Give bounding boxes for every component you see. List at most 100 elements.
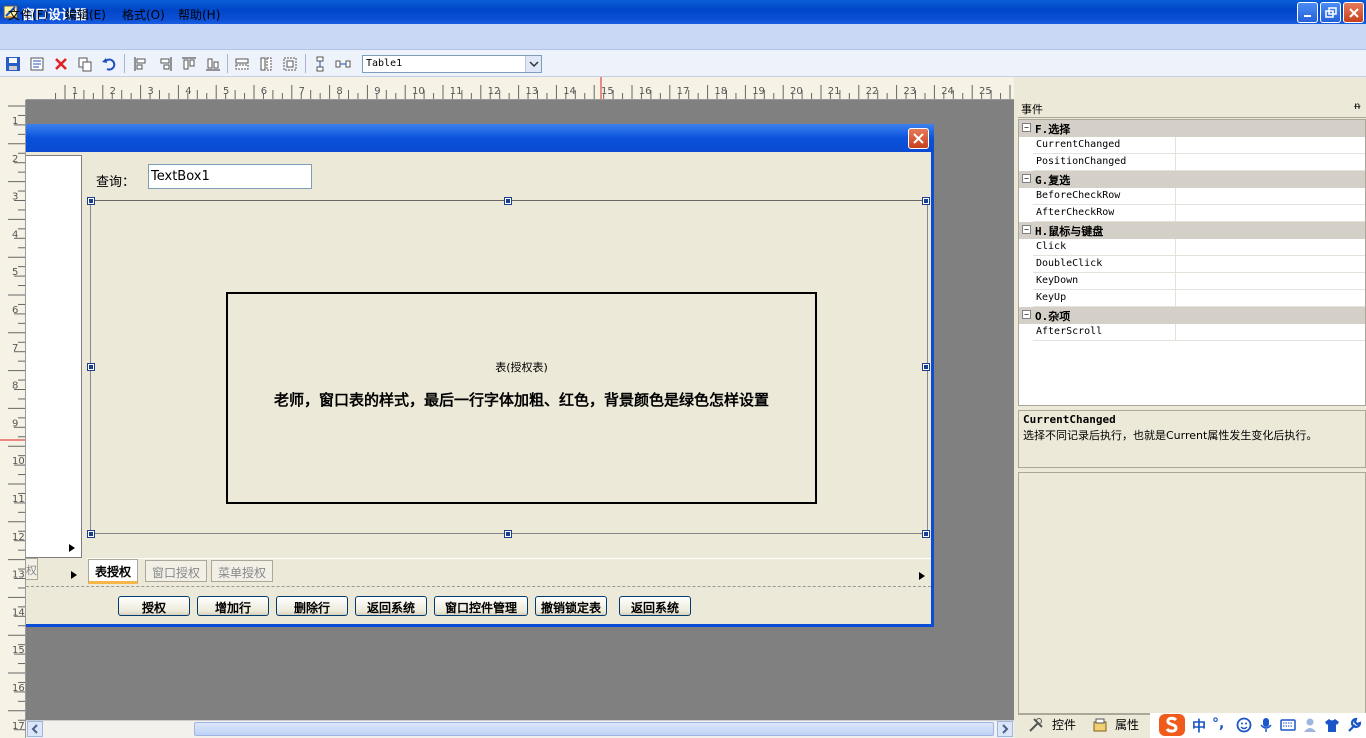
vertical-spacing-icon[interactable] xyxy=(312,56,328,72)
scroll-left-button[interactable] xyxy=(27,721,43,737)
resize-handle[interactable] xyxy=(504,530,512,538)
tab-menu-auth[interactable]: 菜单授权 xyxy=(211,560,274,582)
ime-punct[interactable]: °, xyxy=(1212,716,1224,732)
event-row[interactable]: BeforeCheckRow xyxy=(1033,188,1365,205)
ime-mode[interactable]: 中 xyxy=(1192,716,1206,736)
grant-button[interactable]: 授权 xyxy=(118,596,190,616)
save-icon[interactable] xyxy=(5,56,21,72)
wrench-icon[interactable] xyxy=(1346,717,1362,733)
collapse-icon[interactable]: − xyxy=(1022,123,1031,132)
align-right-icon[interactable] xyxy=(157,56,173,72)
user-icon[interactable] xyxy=(1302,717,1318,733)
scroll-right-button[interactable] xyxy=(997,721,1013,737)
add-row-button[interactable]: 增加行 xyxy=(197,596,269,616)
event-name: DoubleClick xyxy=(1036,258,1103,269)
event-value-field[interactable] xyxy=(1175,205,1365,221)
resize-handle[interactable] xyxy=(504,197,512,205)
collapse-icon[interactable]: − xyxy=(1022,225,1031,234)
return-system-button-2[interactable]: 返回系统 xyxy=(619,596,691,616)
align-top-icon[interactable] xyxy=(181,56,197,72)
designed-window-close-button[interactable] xyxy=(908,128,929,149)
event-value-field[interactable] xyxy=(1175,188,1365,204)
designed-window-titlebar[interactable] xyxy=(26,124,934,152)
collapse-icon[interactable]: − xyxy=(1022,174,1031,183)
event-row[interactable]: AfterScroll xyxy=(1033,324,1365,341)
sogou-logo-icon[interactable] xyxy=(1158,713,1186,737)
chevron-down-icon[interactable] xyxy=(525,56,541,72)
menu-format[interactable]: 格式(O) xyxy=(122,6,165,23)
copy-icon[interactable] xyxy=(77,56,93,72)
emoji-icon[interactable] xyxy=(1236,717,1252,733)
keyboard-icon[interactable] xyxy=(1280,718,1296,732)
event-category[interactable]: − O.杂项 xyxy=(1019,307,1365,324)
controls-icon[interactable] xyxy=(1028,717,1044,733)
scroll-right-arrow-icon[interactable] xyxy=(68,543,76,553)
event-row[interactable]: DoubleClick xyxy=(1033,256,1365,273)
align-bottom-icon[interactable] xyxy=(205,56,221,72)
tab-controls[interactable]: 控件 xyxy=(1052,716,1076,736)
unlock-table-button[interactable]: 撤销锁定表 xyxy=(535,596,607,616)
event-category[interactable]: − H.鼠标与键盘 xyxy=(1019,222,1365,239)
event-row[interactable]: PositionChanged xyxy=(1033,154,1365,171)
left-tab-stub[interactable]: 权 xyxy=(26,558,38,580)
event-value-field[interactable] xyxy=(1175,256,1365,272)
collapse-icon[interactable]: − xyxy=(1022,310,1031,319)
event-value-field[interactable] xyxy=(1175,154,1365,170)
delete-row-button[interactable]: 删除行 xyxy=(276,596,348,616)
resize-handle[interactable] xyxy=(922,197,930,205)
minimize-button[interactable] xyxy=(1297,2,1318,23)
event-row[interactable]: KeyDown xyxy=(1033,273,1365,290)
same-size-icon[interactable] xyxy=(282,56,298,72)
table-select[interactable]: Table1 xyxy=(362,55,542,73)
menu-edit[interactable]: 编辑(E) xyxy=(65,6,106,23)
same-height-icon[interactable] xyxy=(258,56,274,72)
ruler-number: 9 xyxy=(12,418,18,429)
table-placeholder[interactable]: 表(授权表) 老师，窗口表的样式，最后一行字体加粗、红色，背景颜色是绿色怎样设置 xyxy=(226,292,817,504)
delete-icon[interactable] xyxy=(53,56,69,72)
align-left-icon[interactable] xyxy=(133,56,149,72)
menu-help[interactable]: 帮助(H) xyxy=(178,6,220,23)
event-value-field[interactable] xyxy=(1175,137,1365,153)
resize-handle[interactable] xyxy=(922,363,930,371)
event-row[interactable]: KeyUp xyxy=(1033,290,1365,307)
same-width-icon[interactable] xyxy=(234,56,250,72)
close-button[interactable] xyxy=(1343,2,1364,23)
tab-scroll-right-icon[interactable] xyxy=(918,571,926,581)
restore-button[interactable] xyxy=(1320,2,1341,23)
skin-icon[interactable] xyxy=(1324,717,1340,733)
properties-tab-icon[interactable] xyxy=(1092,717,1108,733)
resize-handle[interactable] xyxy=(922,530,930,538)
event-value-field[interactable] xyxy=(1175,273,1365,289)
ruler-number: 2 xyxy=(110,86,116,97)
ruler-number: 1 xyxy=(72,86,78,97)
event-row[interactable]: Click xyxy=(1033,239,1365,256)
window-control-manage-button[interactable]: 窗口控件管理 xyxy=(434,596,528,616)
resize-handle[interactable] xyxy=(87,197,95,205)
tab-table-auth[interactable]: 表授权 xyxy=(88,559,139,584)
event-row[interactable]: AfterCheckRow xyxy=(1033,205,1365,222)
event-value-field[interactable] xyxy=(1175,239,1365,255)
ruler-number: 11 xyxy=(12,494,25,505)
left-list-pane[interactable] xyxy=(26,155,82,558)
horizontal-spacing-icon[interactable] xyxy=(335,56,351,72)
undo-icon[interactable] xyxy=(101,56,117,72)
scrollbar-thumb[interactable] xyxy=(194,722,994,736)
tab-window-auth[interactable]: 窗口授权 xyxy=(145,560,208,582)
event-value-field[interactable] xyxy=(1175,290,1365,306)
event-row[interactable]: CurrentChanged xyxy=(1033,137,1365,154)
ruler-number: 23 xyxy=(903,86,916,97)
resize-handle[interactable] xyxy=(87,363,95,371)
resize-handle[interactable] xyxy=(87,530,95,538)
events-grid[interactable]: − F.选择 CurrentChanged PositionChanged − G.复选 B… xyxy=(1018,119,1366,406)
query-textbox[interactable]: TextBox1 xyxy=(148,164,312,189)
microphone-icon[interactable] xyxy=(1259,717,1273,733)
return-system-button[interactable]: 返回系统 xyxy=(355,596,427,616)
event-category[interactable]: − G.复选 xyxy=(1019,171,1365,188)
menu-file[interactable]: 文件(F) xyxy=(8,6,48,23)
properties-icon[interactable] xyxy=(29,56,45,72)
event-value-field[interactable] xyxy=(1175,324,1365,340)
tab-properties[interactable]: 属性 xyxy=(1115,716,1139,736)
tab-scroll-right-icon[interactable] xyxy=(70,570,78,580)
pin-icon[interactable]: ᵰ xyxy=(1354,101,1360,112)
event-category[interactable]: − F.选择 xyxy=(1019,120,1365,137)
